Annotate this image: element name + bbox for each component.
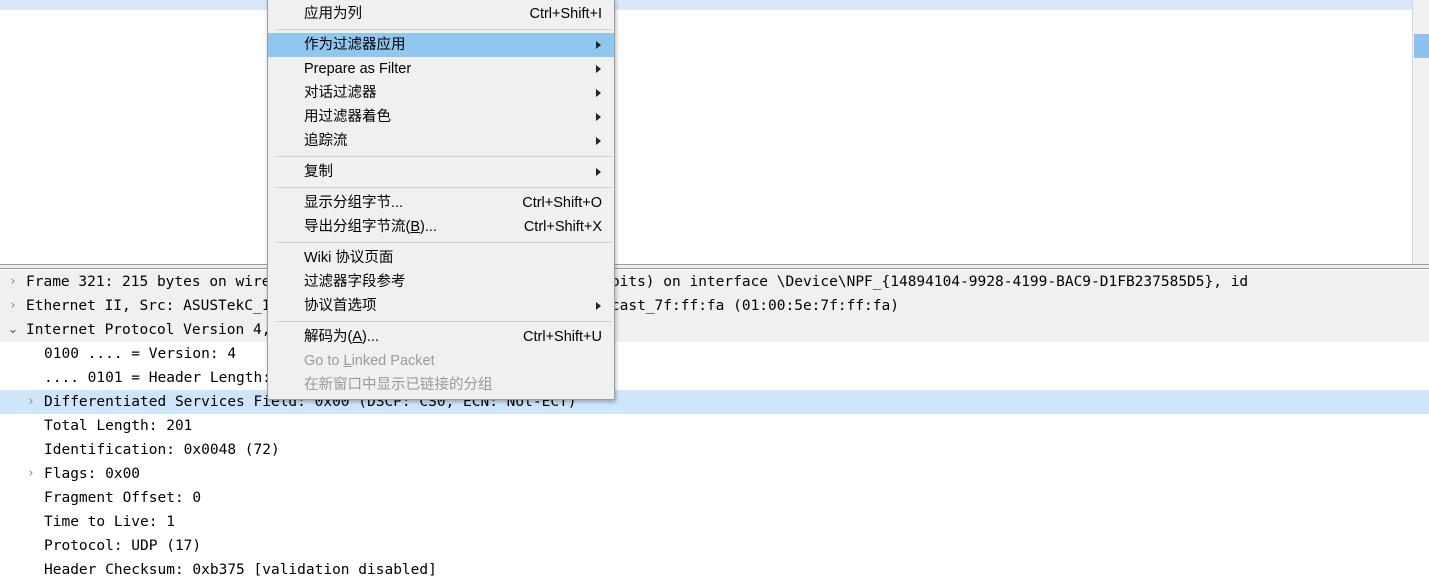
submenu-arrow-icon (596, 89, 601, 97)
packet-detail-row[interactable]: Identification: 0x0048 (72) (0, 438, 1429, 462)
context-menu-item[interactable]: 对话过滤器 (268, 81, 614, 105)
scrollbar-thumb[interactable] (1414, 34, 1429, 58)
packet-detail-row[interactable]: Protocol: UDP (17) (0, 534, 1429, 558)
context-menu-item-shortcut: Ctrl+Shift+I (529, 6, 602, 22)
packet-detail-pane[interactable]: › Frame 321: 215 bytes on wire (1720 bits… (0, 270, 1429, 578)
packet-detail-row-label: Frame 321: 215 bytes on wire (1720 bits)… (26, 274, 1249, 290)
packet-detail-row-label: Header Checksum: 0xb375 [validation disa… (44, 562, 437, 578)
context-menu-item-label: 显示分组字节... (304, 195, 404, 211)
menu-separator (276, 321, 612, 322)
packet-detail-row-label: Protocol: UDP (17) (44, 538, 202, 554)
chevron-right-icon[interactable]: › (0, 270, 26, 294)
context-menu-item[interactable]: 作为过滤器应用 (268, 33, 614, 57)
context-menu-item-shortcut: Ctrl+Shift+U (523, 329, 602, 345)
submenu-arrow-icon (596, 113, 601, 121)
context-menu-item-label: 导出分组字节流(B)... (304, 219, 437, 235)
menu-separator (276, 242, 612, 243)
packet-detail-row[interactable]: Header Checksum: 0xb375 [validation disa… (0, 558, 1429, 578)
chevron-right-icon[interactable]: › (18, 462, 44, 486)
context-menu-item-label: 解码为(A)... (304, 329, 379, 345)
context-menu-item-label: 在新窗口中显示已链接的分组 (304, 377, 493, 393)
packet-detail-row-label: Fragment Offset: 0 (44, 490, 202, 506)
packet-detail-context-menu[interactable]: 应用为列 Ctrl+Shift+I 作为过滤器应用 Prepare as Filter… (267, 0, 615, 400)
context-menu-item-label: 过滤器字段参考 (304, 274, 406, 290)
context-menu-item[interactable]: Prepare as Filter (268, 57, 614, 81)
packet-detail-row[interactable]: ›Ethernet II, Src: ASUSTekC_1b:27:64 (1c… (0, 294, 1429, 318)
context-menu-item-label: 协议首选项 (304, 298, 377, 314)
packet-list-vertical-scrollbar[interactable] (1412, 0, 1429, 264)
packet-list-row-text (930, 0, 990, 8)
packet-detail-row[interactable]: .... 0101 = Header Length: 20 bytes (5) (0, 366, 1429, 390)
packet-detail-row[interactable]: ⌄Internet Protocol Version 4, Src: 192.1… (0, 318, 1429, 342)
context-menu-item[interactable]: 复制 (268, 160, 614, 184)
context-menu-item-shortcut: Ctrl+Shift+O (522, 195, 602, 211)
context-menu-item[interactable]: 追踪流 (268, 129, 614, 153)
context-menu-item[interactable]: 应用为列 Ctrl+Shift+I (268, 2, 614, 26)
context-menu-item[interactable]: 显示分组字节... Ctrl+Shift+O (268, 191, 614, 215)
context-menu-item-label: Prepare as Filter (304, 61, 412, 77)
context-menu-item[interactable]: 过滤器字段参考 (268, 270, 614, 294)
packet-detail-row[interactable]: Time to Live: 1 (0, 510, 1429, 534)
context-menu-item[interactable]: 用过滤器着色 (268, 105, 614, 129)
context-menu-item-label: 追踪流 (304, 133, 348, 149)
context-menu-item-label: 用过滤器着色 (304, 109, 391, 125)
packet-detail-row-label: Identification: 0x0048 (72) (44, 442, 280, 458)
submenu-arrow-icon (596, 168, 601, 176)
packet-detail-row[interactable]: 0100 .... = Version: 4 (0, 342, 1429, 366)
chevron-right-icon[interactable]: › (0, 294, 26, 318)
context-menu-item-label: 作为过滤器应用 (304, 37, 406, 53)
packet-list-selected-row[interactable] (0, 0, 1429, 10)
menu-separator (276, 187, 612, 188)
context-menu-item[interactable]: 协议首选项 (268, 294, 614, 318)
context-menu-item-shortcut: Ctrl+Shift+X (523, 219, 602, 235)
submenu-arrow-icon (596, 65, 601, 73)
packet-detail-row-label: 0100 .... = Version: 4 (44, 346, 237, 362)
pane-splitter[interactable] (0, 264, 1429, 269)
chevron-right-icon[interactable]: › (18, 390, 44, 414)
submenu-arrow-icon (596, 302, 601, 310)
packet-detail-row[interactable]: Total Length: 201 (0, 414, 1429, 438)
context-menu-item: Go to Linked Packet (268, 349, 614, 373)
submenu-arrow-icon (596, 137, 601, 145)
context-menu-item: 在新窗口中显示已链接的分组 (268, 373, 614, 397)
context-menu-item[interactable]: 导出分组字节流(B)... Ctrl+Shift+X (268, 215, 614, 239)
context-menu-item[interactable]: 解码为(A)... Ctrl+Shift+U (268, 325, 614, 349)
context-menu-item-label: 复制 (304, 164, 333, 180)
menu-separator (276, 156, 612, 157)
submenu-arrow-icon (596, 41, 601, 49)
context-menu-item-label: Wiki 协议页面 (304, 250, 394, 266)
context-menu-item-label: 对话过滤器 (304, 85, 377, 101)
chevron-down-icon[interactable]: ⌄ (0, 318, 26, 342)
context-menu-item-label: 应用为列 (304, 6, 362, 22)
menu-separator (276, 29, 612, 30)
context-menu-item[interactable]: Wiki 协议页面 (268, 246, 614, 270)
packet-detail-row-label: Total Length: 201 (44, 418, 193, 434)
packet-detail-row-label: Time to Live: 1 (44, 514, 175, 530)
context-menu-item-label: Go to Linked Packet (304, 353, 435, 369)
packet-detail-row[interactable]: › Frame 321: 215 bytes on wire (1720 bits… (0, 270, 1429, 294)
packet-list-pane[interactable] (0, 0, 1429, 264)
packet-detail-row[interactable]: Fragment Offset: 0 (0, 486, 1429, 510)
packet-detail-row[interactable]: › Differentiated Services Field: 0x00 (DS… (0, 390, 1429, 414)
packet-detail-row[interactable]: › Flags: 0x00 (0, 462, 1429, 486)
packet-detail-row-label: Flags: 0x00 (44, 466, 141, 482)
